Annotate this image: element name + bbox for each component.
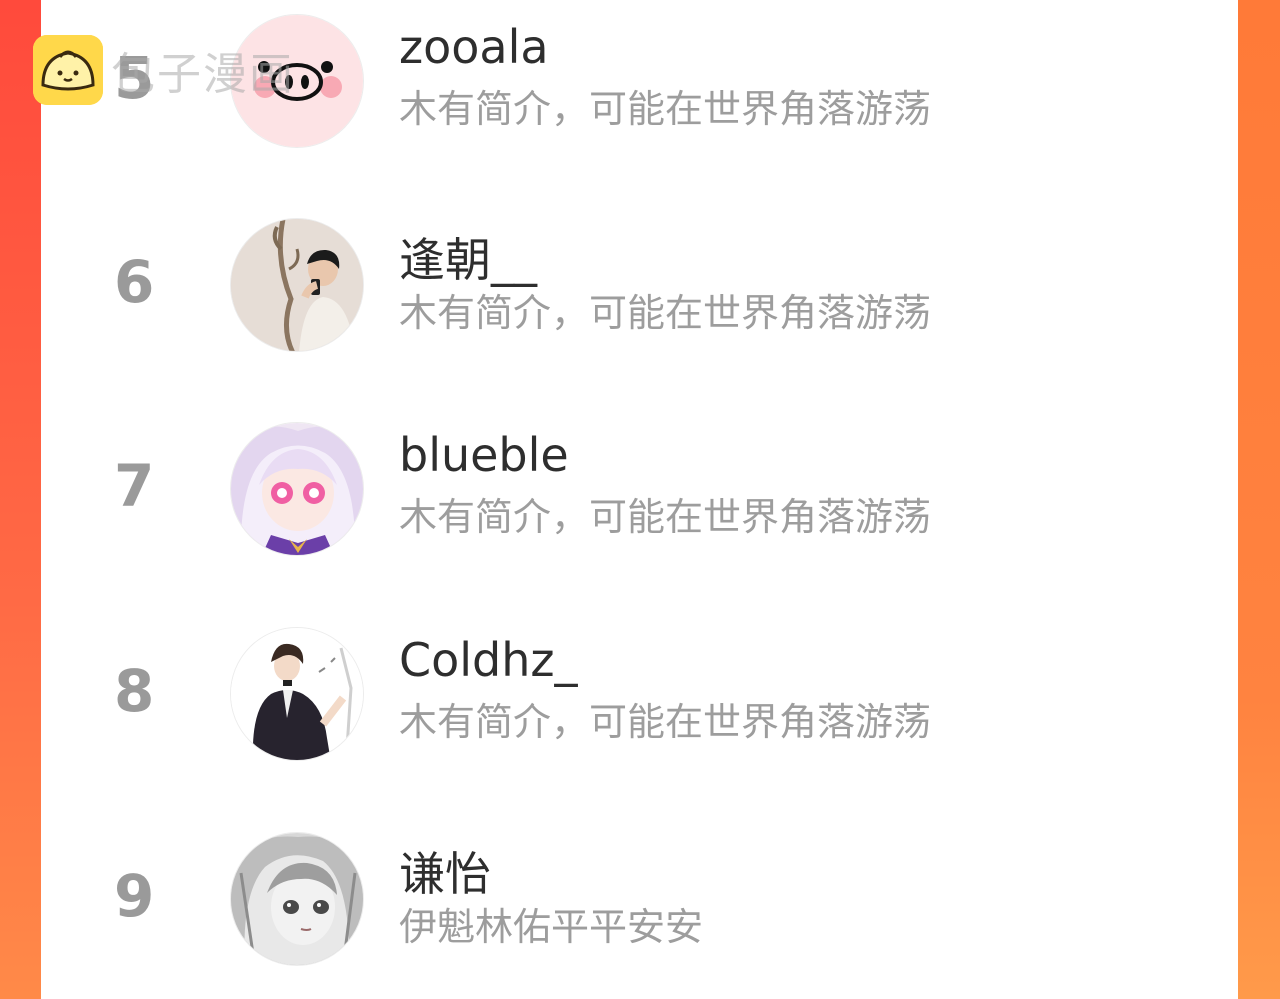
ranking-page: 包子漫画 5 zooala 木有简介，可能在世界角落游荡 6 逢朝__ 木有简介… xyxy=(0,0,1280,999)
watermark-text: 包子漫画 xyxy=(111,49,295,100)
anime-grey-hair-avatar[interactable] xyxy=(230,832,364,966)
user-bio: 木有简介，可能在世界角落游荡 xyxy=(399,87,932,131)
anime-girl-avatar[interactable] xyxy=(230,422,364,556)
mirror-selfie-avatar[interactable] xyxy=(230,218,364,352)
rank-number: 6 xyxy=(114,248,155,316)
steamed-bun-icon xyxy=(33,35,103,105)
user-name[interactable]: zooala xyxy=(399,20,549,74)
user-bio: 伊魁林佑平平安安 xyxy=(399,905,704,949)
watermark: 包子漫画 xyxy=(33,35,295,105)
rank-number: 7 xyxy=(114,452,155,520)
user-bio: 木有简介，可能在世界角落游荡 xyxy=(399,700,932,744)
user-bio: 木有简介，可能在世界角落游荡 xyxy=(399,495,932,539)
ranking-row[interactable]: 7 blueble 木有简介，可能在世界角落游荡 xyxy=(41,414,1238,564)
anime-boy-suit-avatar[interactable] xyxy=(230,627,364,761)
user-name[interactable]: 逢朝__ xyxy=(399,224,537,290)
user-name[interactable]: Coldhz_ xyxy=(399,633,578,687)
ranking-row[interactable]: 6 逢朝__ 木有简介，可能在世界角落游荡 xyxy=(41,210,1238,360)
user-name[interactable]: blueble xyxy=(399,428,569,482)
rank-number: 9 xyxy=(114,862,155,930)
ranking-row[interactable]: 9 谦怡 伊魁林佑平平安安 xyxy=(41,824,1238,974)
user-bio: 木有简介，可能在世界角落游荡 xyxy=(399,291,932,335)
right-frame xyxy=(1238,0,1280,999)
rank-number: 8 xyxy=(114,657,155,725)
ranking-row[interactable]: 8 Coldhz_ 木有简介，可能在世界角落游荡 xyxy=(41,619,1238,769)
user-name[interactable]: 谦怡 xyxy=(399,838,491,904)
ranking-list: 5 zooala 木有简介，可能在世界角落游荡 6 逢朝__ 木有简介，可能在世… xyxy=(41,0,1238,999)
